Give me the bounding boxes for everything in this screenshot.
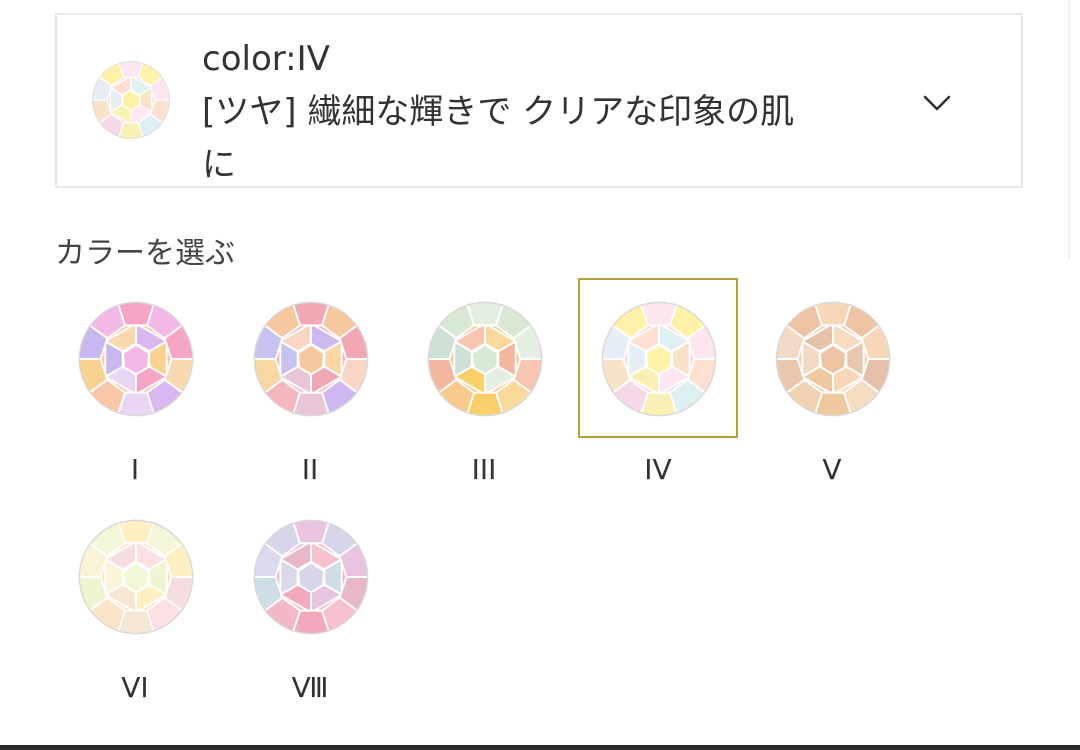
color-swatch-3[interactable] <box>404 278 564 438</box>
compact-powder-icon <box>427 301 543 417</box>
color-selector-dropdown[interactable]: color:IV [ツヤ] 繊細な輝きで クリアな印象の肌 に <box>55 13 1023 188</box>
selected-color-name: color:IV <box>202 39 330 79</box>
compact-powder-icon <box>78 301 194 417</box>
color-swatch-2[interactable] <box>230 278 390 438</box>
color-swatch-label: II <box>301 453 319 486</box>
selected-color-description: [ツヤ] 繊細な輝きで クリアな印象の肌 <box>202 92 795 132</box>
color-swatch-1[interactable] <box>55 278 215 438</box>
color-swatch-label: VI <box>121 671 149 704</box>
compact-powder-icon <box>253 519 369 635</box>
choose-color-heading: カラーを選ぶ <box>55 236 235 271</box>
compact-powder-icon <box>253 301 369 417</box>
bottom-divider <box>0 745 1080 750</box>
color-swatch-4[interactable] <box>578 278 738 438</box>
selected-color-thumbnail <box>91 60 171 140</box>
compact-powder-icon <box>601 301 717 417</box>
color-swatch-7[interactable] <box>230 496 390 656</box>
color-swatch-label: III <box>471 453 497 486</box>
scroll-divider <box>1068 0 1070 260</box>
compact-powder-icon <box>78 519 194 635</box>
color-swatch-6[interactable] <box>55 496 215 656</box>
color-swatch-label: V <box>822 453 842 486</box>
selected-color-info: color:IV [ツヤ] 繊細な輝きで クリアな印象の肌 に <box>202 33 882 192</box>
color-swatch-label: IV <box>644 453 672 486</box>
color-swatch-label: I <box>130 453 140 486</box>
chevron-down-icon[interactable] <box>919 85 955 121</box>
color-swatch-5[interactable] <box>752 278 912 438</box>
compact-powder-icon <box>92 61 170 139</box>
selected-color-description-cont: に <box>202 145 236 185</box>
color-swatch-label: Ⅷ <box>291 671 329 704</box>
compact-powder-icon <box>775 301 891 417</box>
